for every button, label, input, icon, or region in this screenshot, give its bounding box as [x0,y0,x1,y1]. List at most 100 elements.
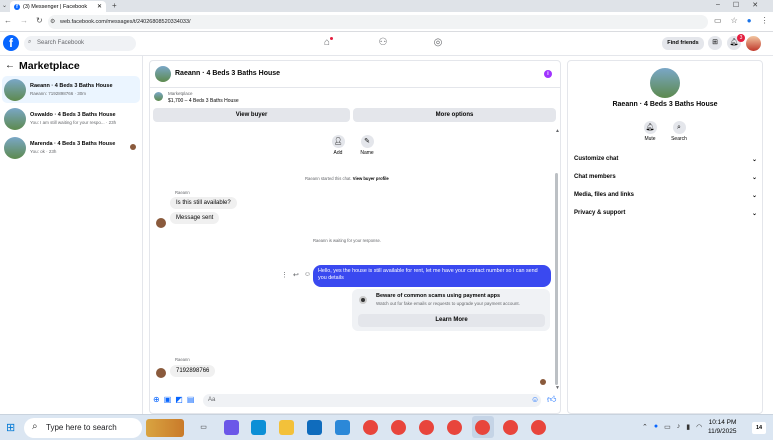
view-buyer-button[interactable]: View buyer [153,108,350,122]
chrome-icon[interactable] [531,420,546,435]
battery-icon[interactable]: ▮ [686,423,690,431]
sticker-icon[interactable]: ◩ [175,395,183,404]
details-avatar[interactable] [650,68,680,98]
option-media-files-links[interactable]: Media, files and links ⌄ [574,192,757,199]
view-buyer-profile-link[interactable]: View buyer profile [353,176,389,181]
chrome-icon[interactable] [419,420,434,435]
more-options-button[interactable]: More options [353,108,556,122]
mail-icon[interactable] [307,420,322,435]
forward-icon[interactable]: → [20,16,28,25]
close-tab-icon[interactable]: ✕ [97,3,102,10]
incoming-message[interactable]: Message sent [170,212,220,224]
chrome-icon[interactable] [447,420,462,435]
windows-start-icon[interactable]: ⊞ [6,421,15,434]
conversation-preview: You: ok · 23h [30,149,57,154]
chat-scrollbar[interactable] [555,173,558,385]
store-icon[interactable] [335,420,350,435]
find-friends-button[interactable]: Find friends [662,37,704,50]
profile-icon[interactable]: ● [747,16,752,25]
conversation-preview: You: I am still waiting for your respo..… [30,120,117,125]
plus-icon[interactable]: ⊕ [153,395,160,404]
file-explorer-icon[interactable] [279,420,294,435]
option-privacy-support[interactable]: Privacy & support ⌄ [574,210,757,217]
task-view-icon[interactable]: ▭ [196,420,211,435]
search-input[interactable]: Search Facebook [24,36,136,51]
menu-grid-icon[interactable]: ⊞ [708,36,722,50]
chevron-down-icon: ⌄ [751,175,757,181]
wifi-icon[interactable]: ◠ [696,423,702,431]
weather-widget-icon[interactable] [146,419,184,437]
message-input[interactable]: Aa [203,394,541,407]
chrome-icon[interactable] [391,420,406,435]
chat-title[interactable]: Raeann · 4 Beds 3 Baths House [175,70,280,77]
mute-button[interactable]: 🔔︎ Mute [640,121,660,142]
mute-label: Mute [644,136,656,142]
copilot-icon[interactable] [224,420,239,435]
emoji-icon[interactable]: ☺ [531,395,539,404]
install-app-icon[interactable]: ▭ [714,16,722,25]
chat-avatar[interactable] [155,66,171,82]
menu-icon[interactable]: ⋮ [761,16,769,25]
outgoing-message[interactable]: Hello, yes the house is still available … [313,265,551,287]
taskbar-search-input[interactable]: Type here to search [24,418,142,438]
option-label: Media, files and links [574,192,635,198]
info-icon[interactable]: i [544,70,552,78]
listing-thumbnail[interactable] [154,92,163,101]
option-customize-chat[interactable]: Customize chat ⌄ [574,156,757,163]
chevron-up-icon[interactable]: ⌃ [642,423,648,431]
conversation-item[interactable]: Oswaldo · 4 Beds 3 Baths House You: I am… [2,105,140,132]
back-icon[interactable]: ← [4,16,12,25]
react-icon[interactable]: ☺ [304,271,311,279]
learn-more-button[interactable]: Learn More [358,314,545,327]
incoming-message[interactable]: Is this still available? [170,197,237,209]
minimize-button[interactable]: – [716,1,720,9]
more-icon[interactable]: ⋮ [281,271,288,279]
reply-icon[interactable]: ↩ [293,271,299,279]
back-arrow-icon[interactable]: ← [5,60,15,71]
search-icon: ⌕ [28,39,32,45]
edge-icon[interactable] [251,420,266,435]
volume-icon[interactable]: ♪ [677,423,681,431]
listing-detail[interactable]: $1,700 – 4 Beds 3 Baths House [168,98,239,104]
network-icon[interactable]: ▭ [664,423,671,431]
chrome-icon[interactable] [363,420,378,435]
sender-avatar [156,368,166,378]
sender-avatar [156,218,166,228]
profile-avatar[interactable] [746,36,761,51]
browser-tab[interactable]: f (3) Messenger | Facebook ✕ [10,1,106,12]
seen-avatar [540,379,546,385]
window-controls: – ☐ ✕ [716,1,758,9]
like-icon[interactable]: 👍︎ [547,394,556,405]
image-icon[interactable]: ▣ [164,395,172,404]
option-label: Privacy & support [574,210,626,216]
avatar [4,107,26,130]
notification-center-badge[interactable]: 14 [752,422,766,434]
name-tool[interactable]: ✎ Name [357,135,377,156]
facebook-logo-icon[interactable]: f [3,35,19,51]
chrome-icon[interactable] [503,420,518,435]
close-window-button[interactable]: ✕ [752,1,758,9]
conversation-item[interactable]: Raeann · 4 Beds 3 Baths House Raeann: 71… [2,76,140,103]
site-info-icon[interactable]: ⚙ [50,18,55,25]
gif-icon[interactable]: ▤ [187,395,195,404]
address-bar[interactable]: web.facebook.com/messages/t/240268085203… [48,15,708,29]
taskbar-clock[interactable]: 10:14 PM 11/9/2025 [708,418,736,436]
search-label: Search [671,136,687,142]
chrome-icon[interactable] [475,420,490,435]
add-label: Add [333,150,343,156]
groups-icon[interactable]: ◎ [431,36,445,50]
maximize-button[interactable]: ☐ [733,1,739,9]
chevron-down-icon: ⌄ [751,211,757,217]
friends-icon[interactable]: ⚇ [376,36,390,50]
search-button[interactable]: ⌕ Search [669,121,689,142]
reload-icon[interactable]: ↻ [36,16,43,25]
incoming-message[interactable]: 7192898766 [170,365,216,377]
bookmark-star-icon[interactable]: ☆ [731,16,738,25]
new-tab-button[interactable]: + [112,1,117,10]
add-tool[interactable]: 👤︎ Add [328,135,348,156]
option-chat-members[interactable]: Chat members ⌄ [574,174,757,181]
facebook-tray-icon[interactable]: ● [654,423,658,431]
tab-list-icon[interactable]: ⌄ [2,2,7,9]
conversation-item[interactable]: Marenda · 4 Beds 3 Baths House You: ok ·… [2,134,140,161]
scroll-up-icon[interactable]: ▲ [555,128,560,134]
